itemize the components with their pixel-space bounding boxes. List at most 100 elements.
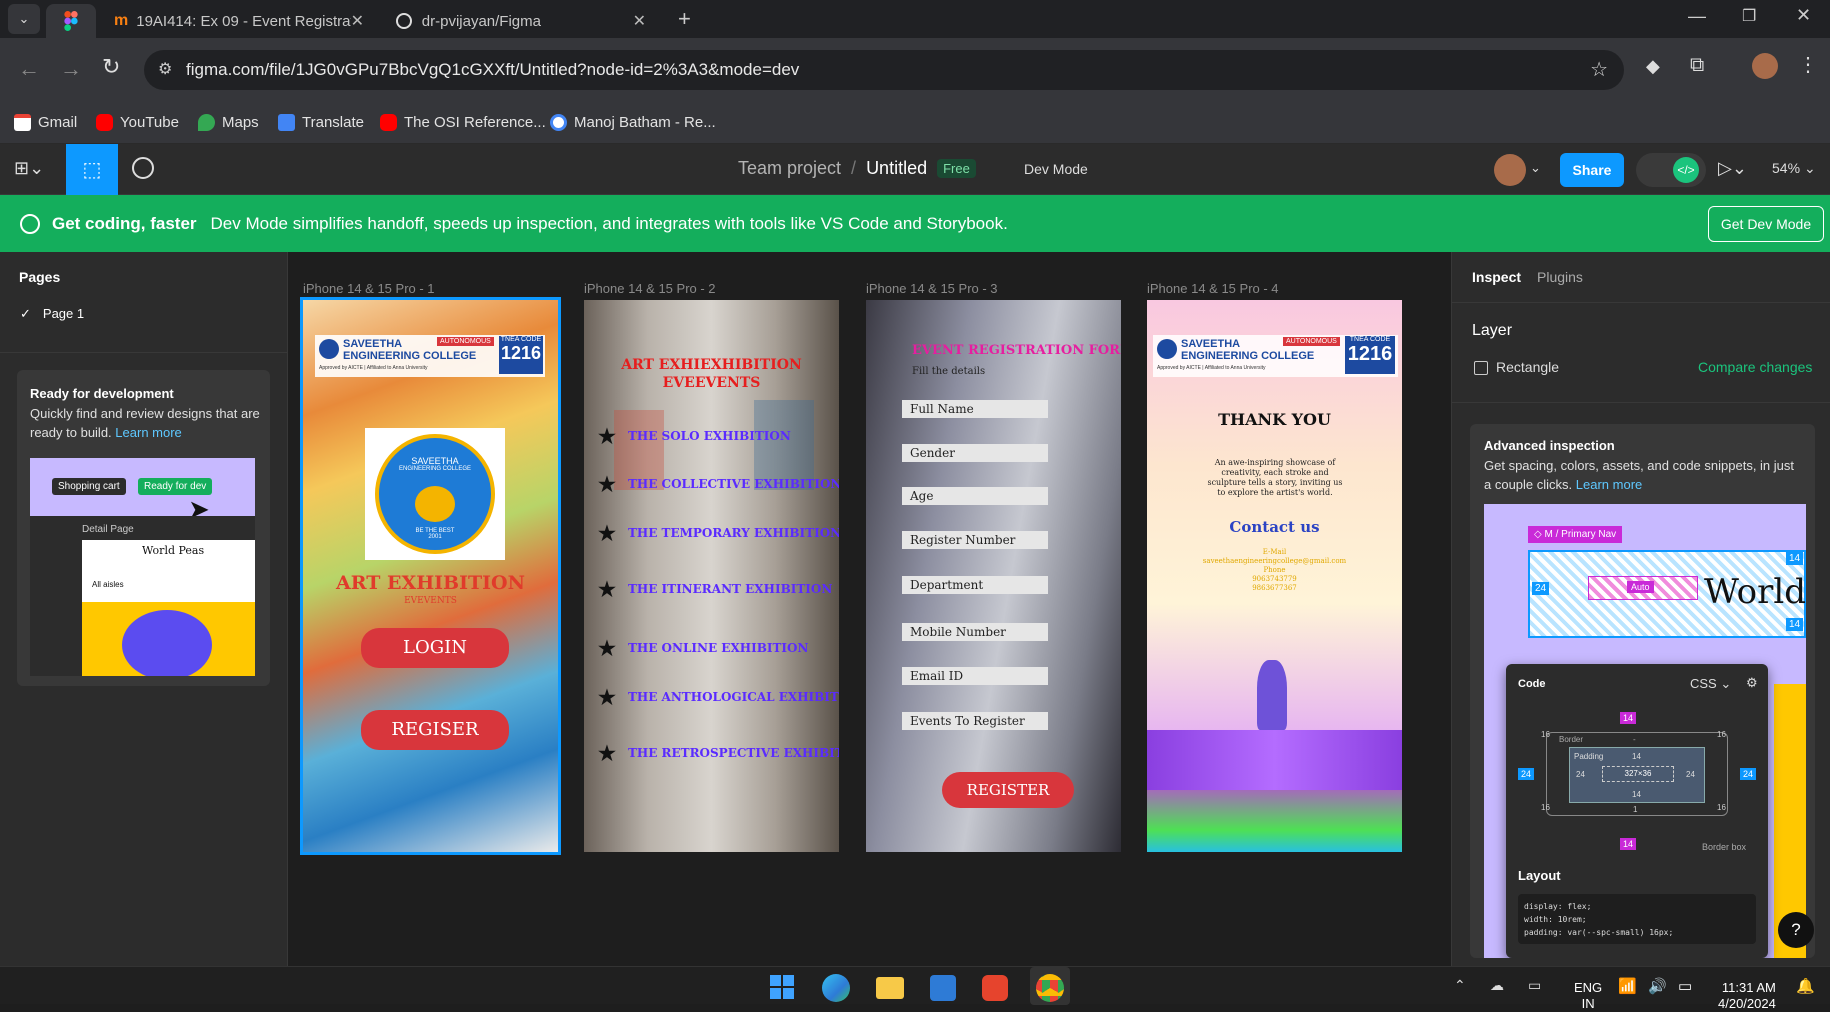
bookmark-star-icon[interactable]: ☆ <box>1590 57 1608 82</box>
events-field[interactable]: Events To Register <box>902 712 1048 730</box>
code-icon <box>20 213 40 234</box>
edge-icon[interactable] <box>822 974 850 1002</box>
bookmark-maps[interactable]: Maps <box>198 114 259 131</box>
more-vert-icon[interactable]: ⋮ <box>1798 52 1818 77</box>
age-field[interactable]: Age <box>902 487 1048 505</box>
breadcrumb-project[interactable]: Team project <box>738 158 841 179</box>
left-panel: Pages ✓ Page 1 Ready for development Quic… <box>0 252 288 966</box>
user-avatar[interactable] <box>1494 154 1526 186</box>
onedrive-icon[interactable]: ☁ <box>1490 977 1504 994</box>
restore-icon[interactable]: ❐ <box>1742 6 1756 26</box>
comment-icon[interactable] <box>132 157 154 179</box>
event-item[interactable]: ★ THE ITINERANT EXHIBITION <box>598 577 832 601</box>
get-dev-mode-button[interactable]: Get Dev Mode <box>1708 206 1824 242</box>
page-item[interactable]: ✓ Page 1 <box>20 306 84 322</box>
profile-avatar[interactable] <box>1752 53 1778 79</box>
learn-more-link[interactable]: Learn more <box>1576 477 1642 492</box>
store-icon[interactable] <box>930 975 956 1001</box>
dev-mode-toggle[interactable]: </> <box>1636 153 1706 187</box>
event-item[interactable]: ★THE RETROSPECTIVE EXHIBITION <box>598 741 839 765</box>
minimize-icon[interactable]: — <box>1688 6 1706 27</box>
crest-icon <box>319 339 339 359</box>
register-number-field[interactable]: Register Number <box>902 531 1048 549</box>
nav-tag: ◇ M / Primary Nav <box>1528 526 1623 543</box>
frame-label[interactable]: iPhone 14 & 15 Pro - 2 <box>584 281 716 296</box>
compare-changes-link[interactable]: Compare changes <box>1698 359 1812 375</box>
bookmark-osi[interactable]: The OSI Reference... <box>380 114 546 131</box>
register-submit-button[interactable]: REGISTER <box>942 772 1074 808</box>
wps-icon[interactable] <box>982 975 1008 1001</box>
new-tab-icon[interactable]: + <box>678 6 691 32</box>
figma-menu-icon[interactable]: ⊞⌄ <box>14 158 44 179</box>
close-icon[interactable]: ✕ <box>351 11 364 31</box>
chevron-up-icon[interactable]: ⌃ <box>1454 977 1466 994</box>
login-button[interactable]: LOGIN <box>361 628 509 668</box>
tab-github[interactable]: dr-pvijayan/Figma ✕ <box>386 4 656 38</box>
frame-login[interactable]: SAVEETHA ENGINEERING COLLEGE AUTONOMOUS A… <box>300 297 561 855</box>
back-icon[interactable]: ← <box>18 56 40 82</box>
frame-label[interactable]: iPhone 14 & 15 Pro - 1 <box>303 281 435 296</box>
url-field[interactable]: ⚙ figma.com/file/1JG0vGPu7BbcVgQ1cGXXft/… <box>144 50 1624 90</box>
tab-inspect[interactable]: Inspect <box>1472 269 1521 285</box>
event-item[interactable]: ★THE ANTHOLOGICAL EXHIBITION <box>598 685 839 709</box>
frame-registration-form[interactable]: EVENT REGISTRATION FORM Fill the details… <box>866 300 1121 852</box>
bookmark-gmail[interactable]: Gmail <box>14 114 77 131</box>
frame-label[interactable]: iPhone 14 & 15 Pro - 3 <box>866 281 998 296</box>
register-button[interactable]: REGISER <box>361 710 509 750</box>
play-icon[interactable]: ▷⌄ <box>1718 158 1747 179</box>
tab-plugins[interactable]: Plugins <box>1537 269 1583 285</box>
file-explorer-icon[interactable] <box>876 977 904 999</box>
file-name[interactable]: Untitled <box>866 158 927 179</box>
email-field[interactable]: Email ID <box>902 667 1048 685</box>
inspect-tool-button[interactable]: ⬚ <box>66 144 118 195</box>
chevron-down-icon[interactable]: ⌄ <box>1530 160 1541 176</box>
contact-heading: Contact us <box>1229 518 1320 536</box>
department-field[interactable]: Department <box>902 576 1048 594</box>
frame-label[interactable]: iPhone 14 & 15 Pro - 4 <box>1147 281 1279 296</box>
site-info-icon[interactable]: ⚙ <box>158 59 172 79</box>
event-item[interactable]: ★ THE ONLINE EXHIBITION <box>598 636 808 660</box>
language-select[interactable]: CSS ⌄ <box>1690 676 1731 692</box>
share-button[interactable]: Share <box>1560 153 1624 187</box>
close-icon[interactable]: ✕ <box>633 11 646 31</box>
learn-more-link[interactable]: Learn more <box>115 425 181 440</box>
clock[interactable]: 11:31 AM 4/20/2024 <box>1718 980 1776 1012</box>
settings-icon[interactable]: ⚙ <box>1746 675 1758 691</box>
college-logo-banner: SAVEETHA ENGINEERING COLLEGE AUTONOMOUS A… <box>315 335 545 377</box>
wifi-icon[interactable]: 📶 <box>1618 977 1637 995</box>
zoom-menu[interactable]: 54% ⌄ <box>1772 160 1816 177</box>
battery-icon[interactable]: ▭ <box>1678 977 1692 995</box>
gmail-icon <box>14 114 31 131</box>
reload-icon[interactable]: ↻ <box>102 54 120 80</box>
gender-field[interactable]: Gender <box>902 444 1048 462</box>
css-code-snippet[interactable]: display: flex; width: 10rem; padding: var(… <box>1518 894 1756 944</box>
youtube-icon <box>380 114 397 131</box>
frame-events[interactable]: ART EXHIEXHIBITION EVEEVENTS ★ THE SOLO EX… <box>584 300 839 852</box>
window-close-icon[interactable]: ✕ <box>1796 5 1811 26</box>
display-icon[interactable]: ▭ <box>1528 977 1541 994</box>
full-name-field[interactable]: Full Name <box>902 400 1048 418</box>
college-seal: SAVEETHA ENGINEERING COLLEGE BE THE BEST 2… <box>365 428 505 560</box>
tab-moodle[interactable]: m 19AI414: Ex 09 - Event Registrat ✕ <box>104 4 374 38</box>
frame-thank-you[interactable]: SAVEETHA ENGINEERING COLLEGE AUTONOMOUS A… <box>1147 300 1402 852</box>
event-item[interactable]: ★ THE COLLECTIVE EXHIBITION <box>598 472 839 496</box>
forward-icon[interactable]: → <box>60 56 82 82</box>
windows-start-icon[interactable] <box>770 975 794 999</box>
bookmark-youtube[interactable]: YouTube <box>96 114 179 131</box>
star-icon: ★ <box>598 472 616 496</box>
extension-icon[interactable]: ◆ <box>1646 56 1660 77</box>
puzzle-icon[interactable]: ⧉ <box>1690 54 1704 77</box>
google-icon <box>550 114 567 131</box>
notification-bell-icon[interactable]: 🔔 <box>1796 977 1815 995</box>
event-item[interactable]: ★ THE SOLO EXHIBITION <box>598 424 791 448</box>
tab-list-button[interactable]: ⌄ <box>8 4 40 34</box>
bookmark-manoj[interactable]: Manoj Batham - Re... <box>550 114 716 131</box>
chrome-taskbar-item[interactable] <box>1030 967 1070 1005</box>
volume-icon[interactable]: 🔊 <box>1648 977 1667 995</box>
mobile-number-field[interactable]: Mobile Number <box>902 623 1048 641</box>
help-button[interactable]: ? <box>1778 912 1814 948</box>
language-indicator[interactable]: ENG IN <box>1574 980 1602 1012</box>
event-item[interactable]: ★ THE TEMPORARY EXHIBITION <box>598 521 839 545</box>
bookmark-translate[interactable]: Translate <box>278 114 364 131</box>
tab-figma[interactable] <box>46 4 96 38</box>
